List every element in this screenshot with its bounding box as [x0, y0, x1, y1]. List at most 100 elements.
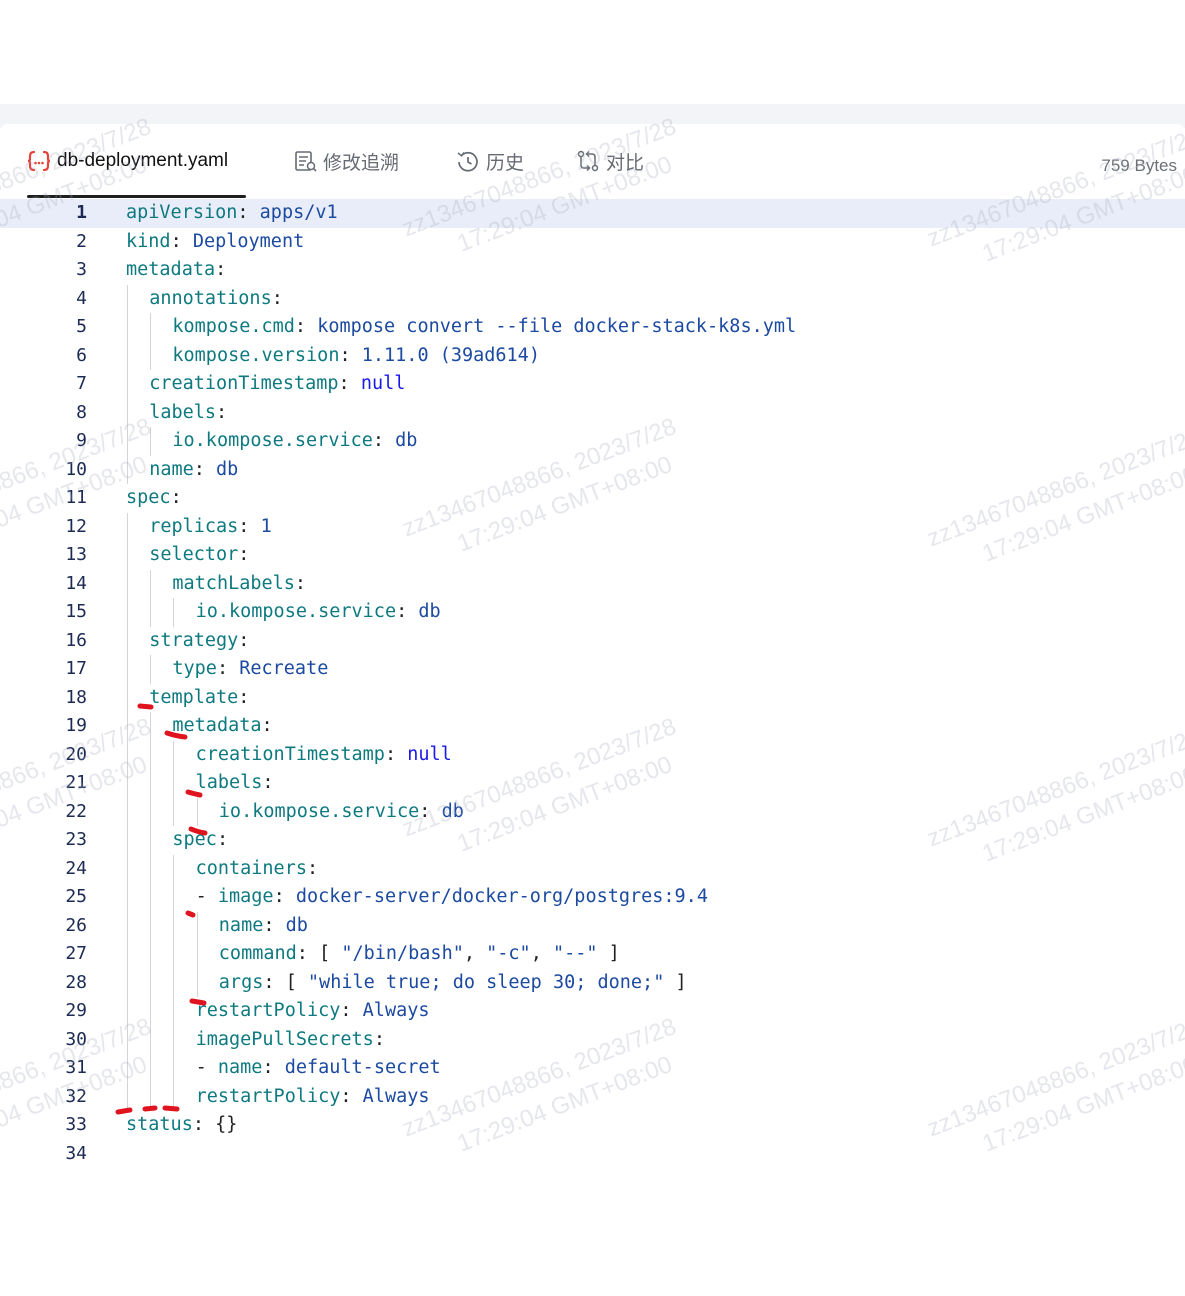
code-text: metadata: — [172, 712, 272, 741]
yaml-key: annotations — [149, 287, 272, 309]
yaml-punctuation: - — [195, 1057, 218, 1078]
yaml-punctuation: : — [340, 1085, 363, 1107]
code-line: 23 spec: — [0, 826, 1185, 855]
yaml-value: kompose convert --file docker-stack-k8s.… — [317, 316, 797, 337]
code-line: 12 replicas: 1 — [0, 513, 1185, 542]
yaml-key: restartPolicy — [195, 1085, 341, 1107]
code-text: kompose.version: 1.11.0 (39ad614) — [172, 342, 540, 371]
yaml-key: containers — [195, 857, 307, 879]
line-number: 24 — [65, 857, 87, 879]
code-line: 30 imagePullSecrets: — [0, 1026, 1185, 1055]
yaml-punctuation: ] — [597, 943, 620, 964]
code-text: kind: Deployment — [126, 228, 304, 257]
yaml-punctuation: : [ — [296, 943, 342, 964]
code-line: 34 — [0, 1140, 1185, 1169]
code-line: 7 creationTimestamp: null — [0, 370, 1185, 399]
indent-guide — [150, 427, 152, 456]
clock-history-icon — [455, 149, 480, 174]
line-number: 22 — [65, 800, 87, 822]
line-number: 11 — [65, 487, 87, 508]
yaml-key: labels — [149, 401, 217, 423]
line-number: 5 — [76, 316, 87, 337]
line-number: 30 — [65, 1028, 87, 1050]
tab-compare[interactable]: 对比 — [576, 144, 644, 178]
line-number: 13 — [65, 544, 87, 565]
yaml-value: Always — [362, 1085, 430, 1107]
yaml-key: restartPolicy — [195, 1000, 341, 1021]
yaml-punctuation: : — [216, 829, 229, 850]
indent-guide — [150, 712, 152, 1111]
yaml-punctuation: : — [373, 1028, 385, 1050]
code-line: 27 command: [ "/bin/bash", "-c", "--" ] — [0, 940, 1185, 969]
yaml-key: creationTimestamp — [195, 743, 385, 765]
yaml-key: kompose.version — [172, 344, 340, 366]
yaml-value: 1 — [260, 515, 272, 537]
code-line: 31 - name: default-secret — [0, 1054, 1185, 1083]
yaml-punctuation: , — [463, 943, 487, 964]
indent-guide — [173, 854, 175, 1111]
code-text: imagePullSecrets: — [196, 1026, 385, 1055]
line-number: 9 — [76, 430, 87, 451]
code-line: 19 metadata: — [0, 712, 1185, 741]
yaml-key: io.kompose.service — [218, 800, 420, 822]
code-line: 26 name: db — [0, 912, 1185, 941]
compare-icon — [576, 149, 600, 173]
yaml-punctuation: : — [338, 373, 361, 394]
line-number: 8 — [76, 401, 87, 423]
code-line: 13 selector: — [0, 541, 1185, 570]
yaml-key: strategy — [149, 629, 239, 651]
code-text: restartPolicy: Always — [196, 997, 430, 1026]
indent-guide — [150, 569, 152, 627]
tab-label: 修改追溯 — [323, 151, 400, 174]
code-text: labels: — [196, 769, 274, 798]
yaml-key: name — [217, 1057, 263, 1078]
yaml-punctuation: : — [339, 344, 362, 366]
code-line: 28 args: [ "while true; do sleep 30; done… — [0, 969, 1185, 998]
line-number: 31 — [65, 1057, 87, 1078]
yaml-value: Recreate — [239, 658, 329, 679]
tab-blame[interactable]: 修改追溯 — [293, 144, 399, 178]
yaml-value: Deployment — [192, 230, 305, 252]
line-number: 19 — [65, 715, 87, 736]
yaml-key: io.kompose.service — [172, 430, 373, 451]
code-text: metadata: — [126, 256, 226, 285]
line-number: 34 — [65, 1142, 87, 1164]
yaml-punctuation: , — [530, 943, 553, 964]
yaml-punctuation: : — [372, 430, 396, 451]
yaml-punctuation: : — [263, 914, 286, 936]
code-line: 6 kompose.version: 1.11.0 (39ad614) — [0, 342, 1185, 371]
yaml-value: default-secret — [284, 1057, 441, 1078]
yaml-punctuation: - — [195, 886, 218, 907]
yaml-value: "/bin/bash" — [341, 943, 464, 964]
code-text: spec: — [172, 826, 228, 855]
line-number: 16 — [65, 629, 87, 651]
tab-history[interactable]: 历史 — [455, 144, 524, 178]
code-line: 29 restartPolicy: Always — [0, 997, 1185, 1026]
yaml-key: image — [217, 886, 274, 907]
yaml-punctuation: : — [340, 1000, 363, 1021]
code-line: 17 type: Recreate — [0, 655, 1185, 684]
yaml-key: apiVersion — [126, 202, 238, 223]
tab-label: 历史 — [486, 151, 525, 174]
yaml-punctuation: : — [170, 487, 182, 508]
yaml-key: spec — [172, 829, 217, 850]
line-number: 2 — [76, 230, 87, 252]
code-text: io.kompose.service: db — [219, 798, 464, 827]
tab-file-content[interactable]: db-deployment.yaml — [27, 144, 228, 178]
yaml-punctuation: : — [271, 287, 283, 309]
line-number: 7 — [76, 373, 87, 394]
code-text: name: db — [149, 456, 238, 485]
line-number: 23 — [65, 829, 87, 850]
indent-guide — [127, 512, 128, 1111]
yaml-key: selector — [149, 544, 239, 565]
yaml-value: Always — [362, 1000, 430, 1021]
yaml-punctuation: : — [238, 544, 250, 565]
yaml-punctuation: : — [238, 515, 261, 537]
yaml-key: metadata — [126, 259, 216, 280]
yaml-punctuation: : — [216, 401, 228, 423]
code-text: type: Recreate — [172, 655, 328, 684]
yaml-value: 1.11.0 (39ad614) — [361, 344, 540, 366]
code-text: matchLabels: — [172, 570, 306, 599]
code-text: creationTimestamp: null — [196, 741, 452, 770]
code-viewer[interactable]: 1 apiVersion: apps/v1 2 kind: Deployment 3 me… — [0, 199, 1185, 1296]
